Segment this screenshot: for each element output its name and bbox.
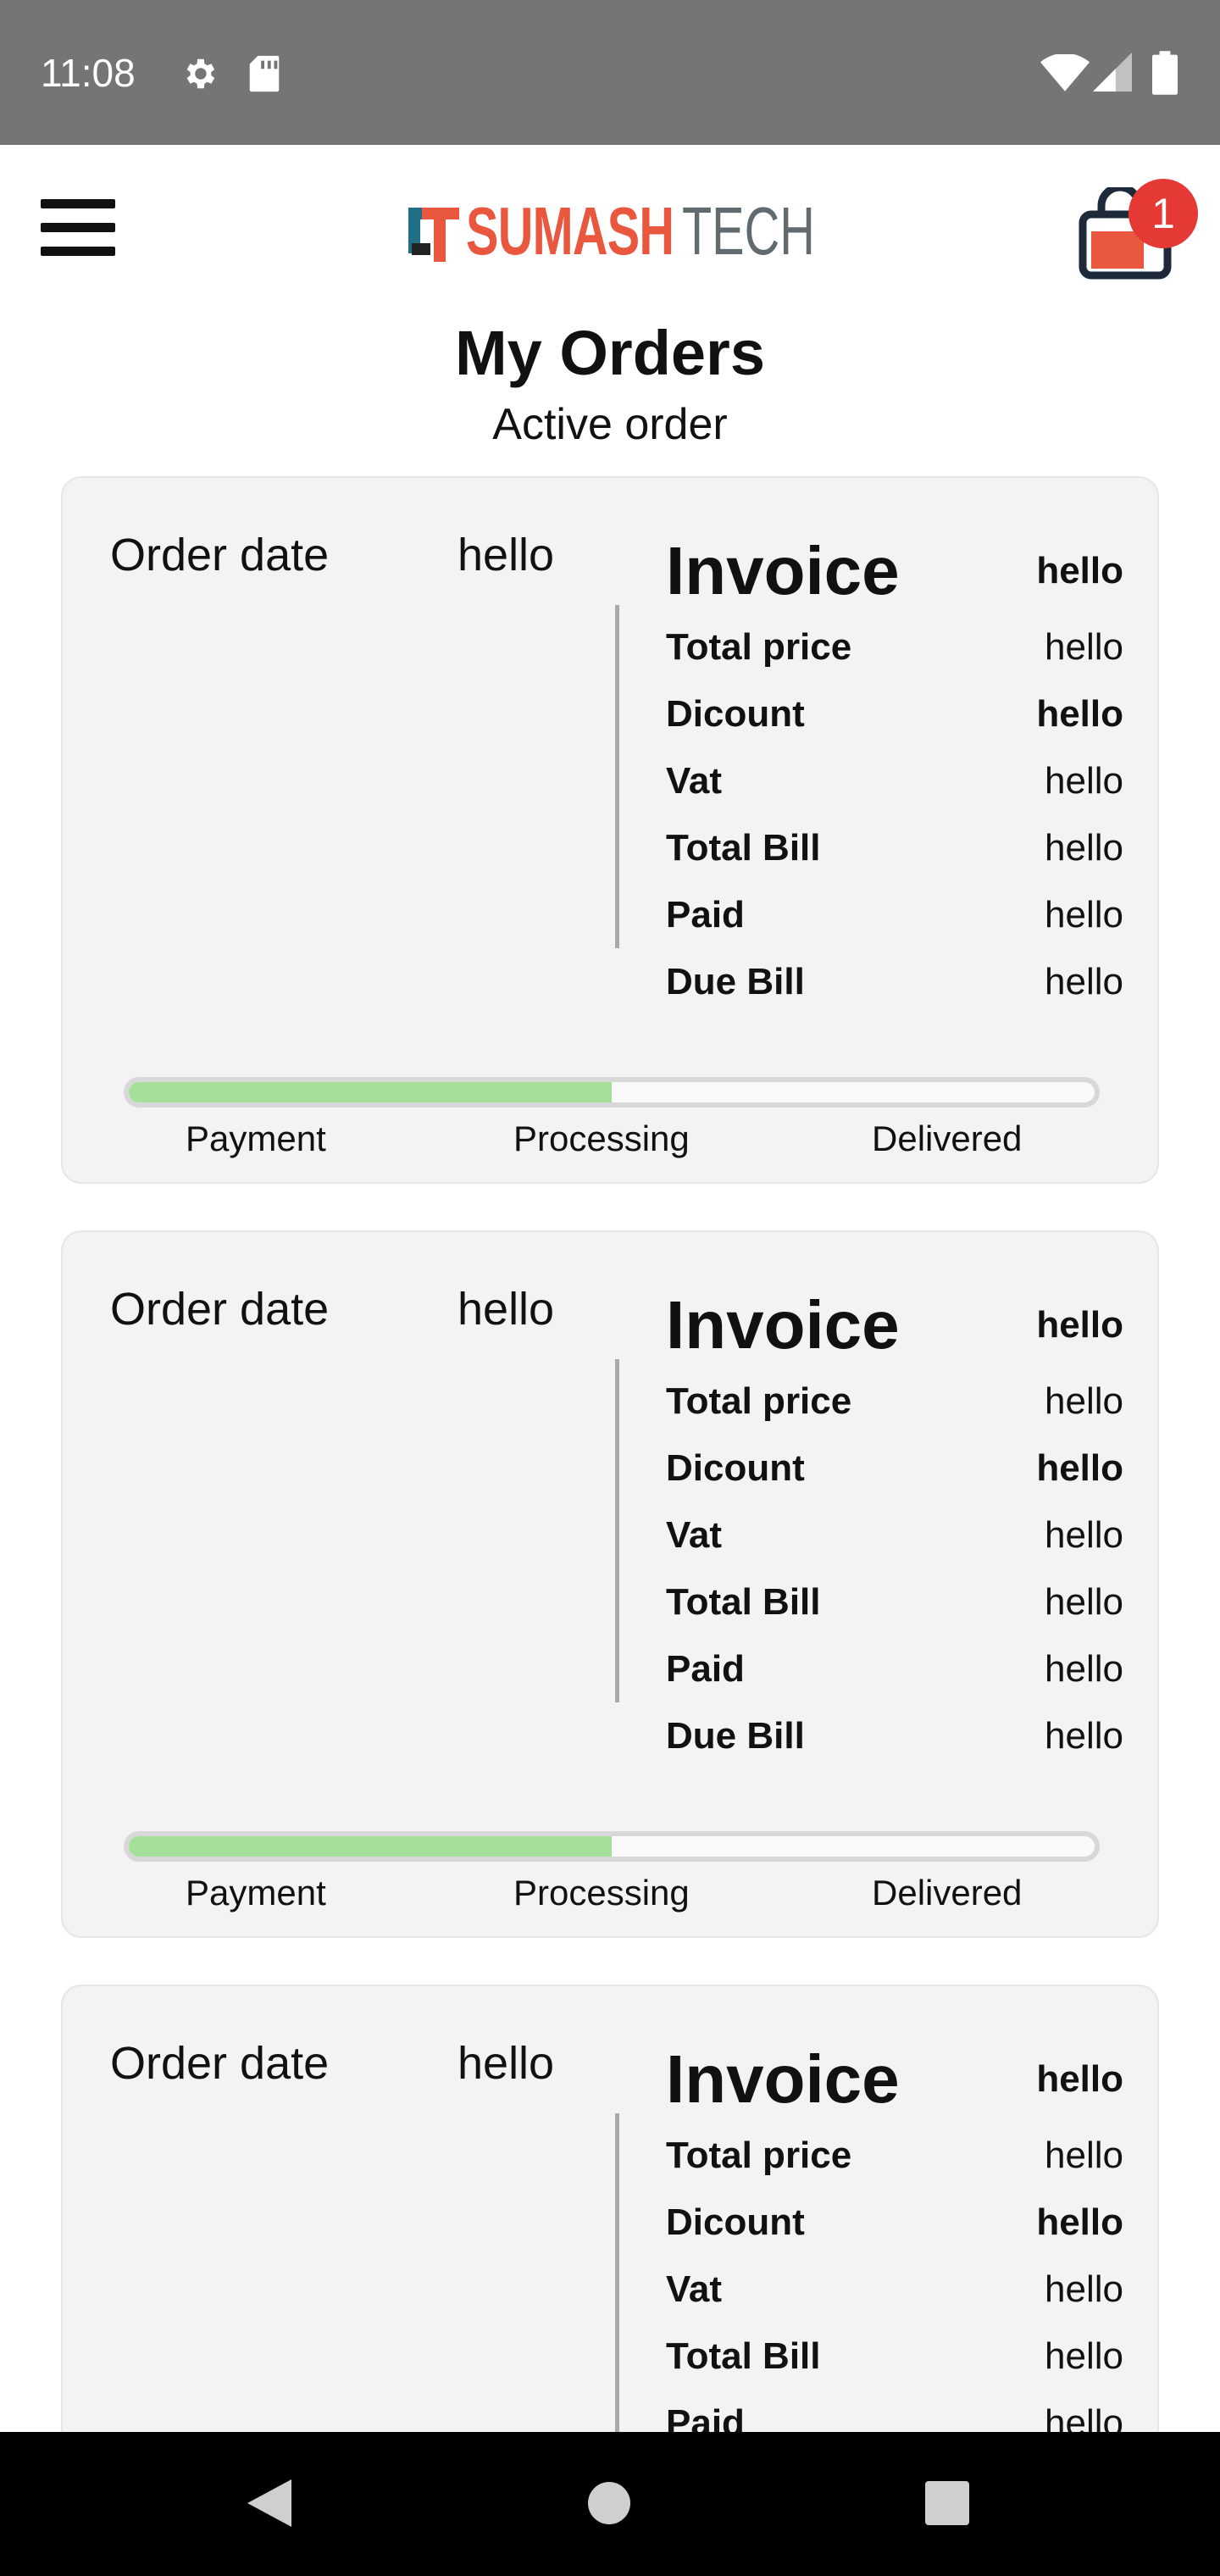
invoice-row-label: Total price xyxy=(666,1380,852,1422)
invoice-row-value: hello xyxy=(1045,1380,1123,1422)
brand-name-secondary: TECH xyxy=(681,193,815,269)
invoice-row-value: hello xyxy=(1036,2201,1123,2243)
invoice-row-value: hello xyxy=(1036,693,1123,735)
order-progress-bar xyxy=(124,1831,1100,1862)
invoice-row-label: Vat xyxy=(666,1514,723,1556)
menu-icon-bar xyxy=(41,223,115,232)
invoice-divider xyxy=(615,1359,619,1702)
invoice-row: Total Bill hello xyxy=(666,2327,1123,2386)
invoice-row: Dicount hello xyxy=(666,2193,1123,2252)
invoice-row-value: hello xyxy=(1045,760,1123,802)
invoice-row: Total Bill hello xyxy=(666,819,1123,878)
progress-step-label: Processing xyxy=(513,1119,690,1158)
battery-icon xyxy=(1152,51,1178,95)
order-date-label: Order date xyxy=(110,530,330,580)
invoice-row-value: hello xyxy=(1045,2335,1123,2377)
system-nav-bar xyxy=(0,2432,1220,2576)
invoice-row-value: hello xyxy=(1045,894,1123,935)
invoice-divider xyxy=(615,2113,619,2457)
invoice-row: Paid hello xyxy=(666,1640,1123,1699)
home-icon[interactable] xyxy=(586,2480,632,2526)
invoice-row: Paid hello xyxy=(666,886,1123,945)
progress-step-label: Delivered xyxy=(872,1119,1023,1158)
invoice-row-value: hello xyxy=(1045,1715,1123,1757)
invoice-row-value: hello xyxy=(1045,1648,1123,1690)
invoice-row-value: hello xyxy=(1045,1581,1123,1623)
progress-step-label: Delivered xyxy=(872,1873,1023,1913)
invoice-row: Vat hello xyxy=(666,752,1123,811)
invoice-row-label: Dicount xyxy=(666,2201,805,2243)
invoice-row: Dicount hello xyxy=(666,685,1123,744)
invoice-row: Total price hello xyxy=(666,2126,1123,2185)
invoice-row-label: Total Bill xyxy=(666,2335,821,2377)
page-title: My Orders xyxy=(454,318,766,388)
invoice-row: Vat hello xyxy=(666,2260,1123,2319)
invoice-divider xyxy=(615,605,619,948)
invoice-row-label: Total price xyxy=(666,2135,852,2176)
invoice-row-label: Vat xyxy=(666,2268,723,2310)
invoice-value: hello xyxy=(1036,550,1123,591)
progress-step-label: Processing xyxy=(513,1873,690,1913)
cart-button[interactable]: 1 xyxy=(1076,179,1198,280)
page-subtitle: Active order xyxy=(492,400,728,449)
order-date-value: hello xyxy=(458,1284,555,1335)
invoice-row-value: hello xyxy=(1045,1514,1123,1556)
invoice-row-label: Dicount xyxy=(666,1447,805,1489)
brand-logo: SUMASH TECH xyxy=(408,193,866,269)
app-bar: SUMASH TECH 1 xyxy=(0,145,1220,314)
invoice-row-label: Total Bill xyxy=(666,827,821,869)
invoice-row: Total price hello xyxy=(666,618,1123,677)
invoice-row: Dicount hello xyxy=(666,1439,1123,1498)
invoice-row-value: hello xyxy=(1045,2268,1123,2310)
invoice-value: hello xyxy=(1036,2058,1123,2100)
cell-signal-icon xyxy=(1093,53,1132,92)
order-date-label: Order date xyxy=(110,1284,330,1335)
status-time: 11:08 xyxy=(41,51,136,95)
cart-count-badge: 1 xyxy=(1128,179,1198,248)
invoice-row-value: hello xyxy=(1045,2135,1123,2176)
settings-icon xyxy=(186,58,215,89)
invoice-row-label: Vat xyxy=(666,760,723,802)
invoice-row-label: Due Bill xyxy=(666,961,805,1002)
sd-card-icon xyxy=(249,55,280,92)
invoice-row-label: Paid xyxy=(666,894,745,935)
invoice-row-label: Total Bill xyxy=(666,1581,821,1623)
progress-step-label: Payment xyxy=(186,1119,326,1158)
invoice-title: Invoice xyxy=(666,2041,900,2117)
invoice-row: Due Bill hello xyxy=(666,952,1123,1012)
invoice-title: Invoice xyxy=(666,1287,900,1363)
invoice-row: Total Bill hello xyxy=(666,1573,1123,1632)
progress-step-label: Payment xyxy=(186,1873,326,1913)
invoice-row-value: hello xyxy=(1045,626,1123,668)
menu-icon-bar xyxy=(41,199,115,208)
invoice-row-label: Total price xyxy=(666,626,852,668)
order-progress-fill xyxy=(129,1082,612,1102)
invoice-row-value: hello xyxy=(1045,827,1123,869)
invoice-row-value: hello xyxy=(1045,961,1123,1002)
wifi-icon xyxy=(1040,54,1090,92)
menu-button[interactable] xyxy=(41,197,115,258)
order-card[interactable]: Order date hello Invoice hello Total price he… xyxy=(61,476,1159,1184)
invoice-row: Total price hello xyxy=(666,1372,1123,1431)
invoice-row: Vat hello xyxy=(666,1506,1123,1565)
menu-icon-bar xyxy=(41,247,115,256)
recents-icon[interactable] xyxy=(925,2481,969,2525)
brand-mark-icon xyxy=(408,208,459,262)
order-date-value: hello xyxy=(458,530,555,580)
invoice-row-label: Paid xyxy=(666,1648,745,1690)
order-progress-bar xyxy=(124,1077,1100,1108)
order-date-value: hello xyxy=(458,2038,555,2089)
brand-name-primary: SUMASH xyxy=(466,193,674,269)
invoice-row-label: Due Bill xyxy=(666,1715,805,1757)
order-progress-fill xyxy=(129,1836,612,1857)
status-bar: 11:08 xyxy=(0,0,1220,145)
back-icon[interactable] xyxy=(244,2478,295,2529)
invoice-row-label: Dicount xyxy=(666,693,805,735)
invoice-value: hello xyxy=(1036,1304,1123,1346)
invoice-row: Due Bill hello xyxy=(666,1707,1123,1766)
order-card[interactable]: Order date hello Invoice hello Total price he… xyxy=(61,1230,1159,1938)
invoice-row-value: hello xyxy=(1036,1447,1123,1489)
invoice-title: Invoice xyxy=(666,533,900,608)
order-date-label: Order date xyxy=(110,2038,330,2089)
